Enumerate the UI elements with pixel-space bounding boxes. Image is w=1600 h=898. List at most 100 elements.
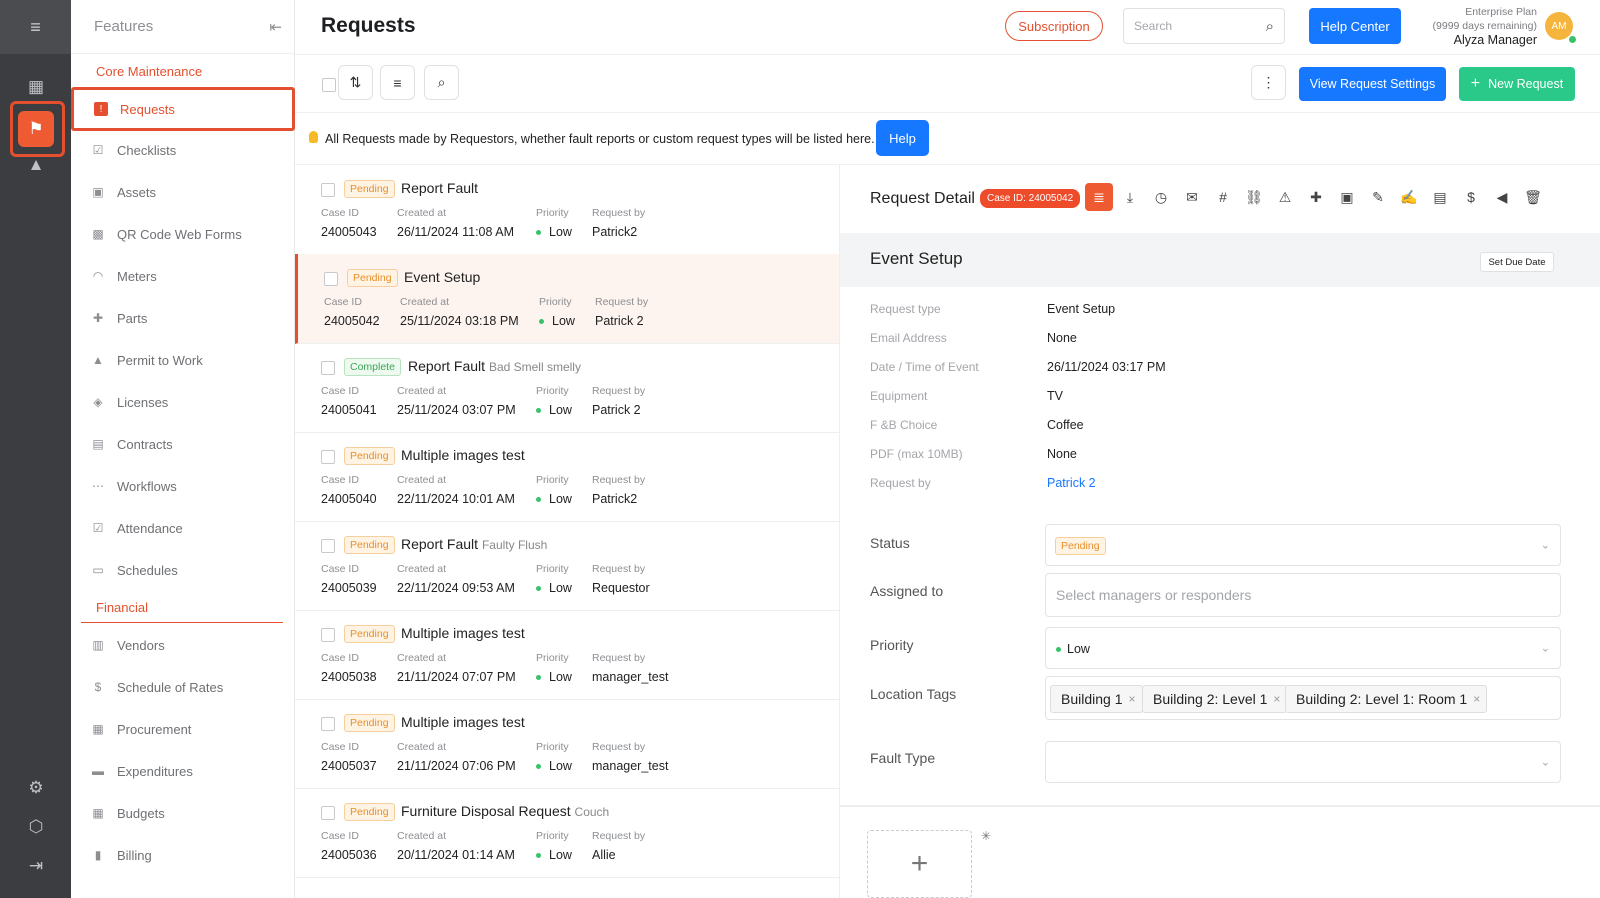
upload-button[interactable]: + bbox=[867, 830, 972, 898]
collapse-sidebar-icon[interactable]: ⇤ bbox=[269, 18, 282, 36]
case-id-label: Case ID bbox=[321, 563, 359, 575]
case-id-value: 24005042 bbox=[324, 314, 380, 328]
set-due-date-button[interactable]: Set Due Date bbox=[1480, 252, 1554, 272]
remove-tag-icon[interactable]: × bbox=[1273, 692, 1280, 706]
sidebar-item-workflows[interactable]: ⋯ Workflows bbox=[71, 466, 295, 506]
sidebar-item-meters[interactable]: ◠ Meters bbox=[71, 256, 295, 296]
camera-icon[interactable]: ▣ bbox=[1333, 183, 1361, 211]
sidebar-item-billing[interactable]: ▮ Billing bbox=[71, 835, 295, 875]
store-icon[interactable]: ▤ bbox=[1426, 183, 1454, 211]
fault-type-select[interactable]: ⌄ bbox=[1045, 741, 1561, 783]
announce-icon[interactable]: ◀ bbox=[1488, 183, 1516, 211]
sidebar-item-parts[interactable]: ✚ Parts bbox=[71, 298, 295, 338]
sidebar-item-checklists[interactable]: ☑ Checklists bbox=[71, 130, 295, 170]
sidebar-item-assets[interactable]: ▣ Assets bbox=[71, 172, 295, 212]
location-tags-input[interactable]: Building 1 × Building 2: Level 1 × Buildin… bbox=[1045, 676, 1561, 720]
comment-icon[interactable]: ✉ bbox=[1178, 183, 1206, 211]
row-checkbox[interactable] bbox=[321, 628, 335, 642]
dollar-icon[interactable]: $ bbox=[1457, 183, 1485, 211]
logout-icon[interactable]: ⇥ bbox=[18, 848, 54, 884]
settings-icon[interactable]: ⚙ bbox=[18, 770, 54, 806]
search-icon[interactable]: ⌕ bbox=[424, 65, 459, 100]
sort-icon[interactable]: ⇅ bbox=[338, 65, 373, 100]
edit-icon[interactable]: ✎ bbox=[1364, 183, 1392, 211]
assigned-to-input[interactable]: Select managers or responders bbox=[1045, 573, 1561, 617]
requests-module-icon[interactable]: ⚑ bbox=[18, 111, 54, 147]
request-subtitle: Couch bbox=[574, 805, 610, 819]
new-request-button[interactable]: + New Request bbox=[1459, 67, 1575, 101]
table-row[interactable]: Pending Furniture Disposal Request Couch… bbox=[295, 788, 839, 878]
table-row[interactable]: Pending Multiple images test Case ID Cre… bbox=[295, 610, 839, 700]
analytics-icon[interactable]: ▲ bbox=[18, 147, 54, 183]
help-center-button[interactable]: Help Center bbox=[1309, 8, 1401, 44]
status-badge: Pending bbox=[344, 803, 395, 821]
sidebar-item-permit-to-work[interactable]: ▲ Permit to Work bbox=[71, 340, 295, 380]
delete-icon[interactable]: 🗑 bbox=[1519, 183, 1547, 211]
priority-dot bbox=[536, 764, 541, 770]
help-button[interactable]: Help bbox=[876, 120, 929, 156]
created-at-value: 25/11/2024 03:07 PM bbox=[397, 403, 516, 417]
request-subtitle: Faulty Flush bbox=[481, 538, 548, 552]
sidebar-item-qr-code-web-forms[interactable]: ▩ QR Code Web Forms bbox=[71, 214, 295, 254]
row-checkbox[interactable] bbox=[321, 717, 335, 731]
sidebar-item-budgets[interactable]: ▦ Budgets bbox=[71, 793, 295, 833]
link-icon[interactable]: ⛓ bbox=[1240, 183, 1268, 211]
remove-tag-icon[interactable]: × bbox=[1129, 692, 1136, 706]
dashboard-icon[interactable]: ▦ bbox=[18, 69, 54, 105]
warning-icon[interactable]: ⚠ bbox=[1271, 183, 1299, 211]
priority-label: Priority bbox=[536, 830, 569, 842]
row-checkbox[interactable] bbox=[321, 361, 335, 375]
row-checkbox[interactable] bbox=[321, 183, 335, 197]
description-icon[interactable]: ≣ bbox=[1085, 183, 1113, 211]
license-icon: ◈ bbox=[93, 395, 103, 409]
sidebar-item-schedule-of-rates[interactable]: $ Schedule of Rates bbox=[71, 667, 295, 707]
sidebar-item-requests[interactable]: ! Requests bbox=[71, 87, 295, 131]
sidebar-item-label: Expenditures bbox=[117, 763, 193, 779]
more-options-icon[interactable]: ⋮ bbox=[1251, 65, 1286, 100]
clock-icon[interactable]: ◷ bbox=[1147, 183, 1175, 211]
select-all-checkbox[interactable] bbox=[322, 78, 336, 92]
location-tag: Building 1 × bbox=[1050, 685, 1143, 713]
table-row[interactable]: Pending Event Setup Case ID Created at P… bbox=[295, 254, 839, 344]
remove-tag-icon[interactable]: × bbox=[1473, 692, 1480, 706]
priority-select[interactable]: Low ⌄ bbox=[1045, 627, 1561, 669]
row-checkbox[interactable] bbox=[324, 272, 338, 286]
table-row[interactable]: Pending Multiple images test Case ID Cre… bbox=[295, 699, 839, 789]
request-title: Event Setup bbox=[404, 269, 480, 285]
table-row[interactable]: Pending Report Fault Case ID Created at … bbox=[295, 165, 839, 255]
case-id-value: 24005041 bbox=[321, 403, 377, 417]
row-checkbox[interactable] bbox=[321, 539, 335, 553]
created-at-value: 26/11/2024 11:08 AM bbox=[397, 225, 514, 239]
row-checkbox[interactable] bbox=[321, 806, 335, 820]
priority-value: Low bbox=[536, 581, 572, 595]
sidebar-item-licenses[interactable]: ◈ Licenses bbox=[71, 382, 295, 422]
sidebar-item-vendors[interactable]: ▥ Vendors bbox=[71, 625, 295, 665]
sidebar-item-label: Procurement bbox=[117, 721, 192, 737]
filter-icon[interactable]: ≡ bbox=[380, 65, 415, 100]
search-input[interactable]: Search ⌕ bbox=[1123, 8, 1285, 44]
request-by-value: Patrick2 bbox=[592, 492, 638, 506]
location-tag-label: Building 1 bbox=[1061, 691, 1123, 707]
parts-icon[interactable]: ✚ bbox=[1302, 183, 1330, 211]
box-icon[interactable]: ⬡ bbox=[18, 809, 54, 845]
sidebar-item-contracts[interactable]: ▤ Contracts bbox=[71, 424, 295, 464]
attendance-icon: ☑ bbox=[92, 521, 104, 535]
field-value[interactable]: Patrick 2 bbox=[1047, 476, 1096, 490]
sidebar-item-procurement[interactable]: ▦ Procurement bbox=[71, 709, 295, 749]
table-row[interactable]: Complete Report Fault Bad Smell smelly C… bbox=[295, 343, 839, 433]
table-row[interactable]: Pending Report Fault Faulty Flush Case I… bbox=[295, 521, 839, 611]
download-icon[interactable]: ⤓ bbox=[1116, 183, 1144, 211]
status-badge: Pending bbox=[344, 180, 395, 198]
row-checkbox[interactable] bbox=[321, 450, 335, 464]
menu-toggle-icon[interactable]: ≡ bbox=[0, 0, 71, 54]
sidebar-item-attendance[interactable]: ☑ Attendance bbox=[71, 508, 295, 548]
sidebar-item-expenditures[interactable]: ▬ Expenditures bbox=[71, 751, 295, 791]
budget-icon: ▦ bbox=[92, 806, 104, 820]
sidebar-item-schedules[interactable]: ▭ Schedules bbox=[71, 550, 295, 590]
table-row[interactable]: Pending Multiple images test Case ID Cre… bbox=[295, 432, 839, 522]
signature-icon[interactable]: ✍ bbox=[1395, 183, 1423, 211]
view-request-settings-button[interactable]: View Request Settings bbox=[1299, 67, 1446, 101]
hash-icon[interactable]: # bbox=[1209, 183, 1237, 211]
subscription-button[interactable]: Subscription bbox=[1005, 11, 1103, 41]
status-select[interactable]: Pending ⌄ bbox=[1045, 524, 1561, 566]
